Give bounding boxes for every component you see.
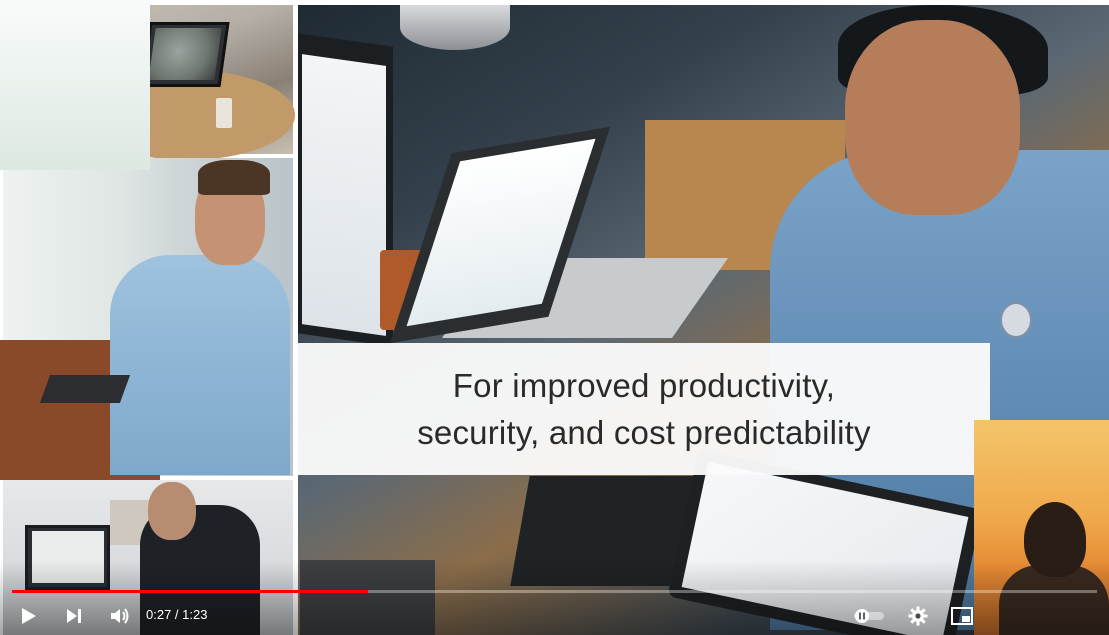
progress-bar-played bbox=[12, 590, 368, 593]
video-caption-band: For improved productivity, security, and… bbox=[298, 343, 990, 475]
duration: 1:23 bbox=[182, 607, 208, 622]
head-illustration bbox=[845, 20, 1020, 215]
time-display: 0:27 / 1:23 bbox=[146, 607, 207, 622]
next-button[interactable] bbox=[56, 598, 92, 634]
autoplay-toggle-icon bbox=[854, 609, 884, 623]
person-illustration bbox=[110, 255, 290, 475]
video-player[interactable]: For improved productivity, security, and… bbox=[0, 0, 1109, 635]
keyboard-illustration bbox=[39, 375, 131, 403]
time-separator: / bbox=[171, 607, 183, 622]
monitor-screen-illustration bbox=[302, 54, 386, 336]
caption-line-2: security, and cost predictability bbox=[417, 414, 871, 451]
volume-button[interactable] bbox=[102, 598, 138, 634]
gear-icon bbox=[908, 606, 928, 626]
next-icon bbox=[67, 609, 81, 623]
settings-button[interactable] bbox=[900, 598, 936, 634]
current-time: 0:27 bbox=[146, 607, 172, 622]
autoplay-toggle[interactable] bbox=[850, 598, 888, 634]
hair-illustration bbox=[198, 160, 270, 195]
badge-illustration bbox=[1000, 302, 1032, 338]
play-icon bbox=[22, 608, 36, 624]
player-controls: 0:27 / 1:23 bbox=[0, 598, 1109, 634]
lamp-illustration bbox=[400, 5, 510, 50]
miniplayer-button[interactable] bbox=[944, 598, 980, 634]
miniplayer-icon bbox=[951, 607, 973, 625]
play-button[interactable] bbox=[10, 598, 46, 634]
cup-illustration bbox=[216, 98, 232, 128]
volume-icon bbox=[111, 608, 129, 624]
head-illustration bbox=[148, 482, 196, 540]
progress-bar[interactable] bbox=[12, 590, 1097, 593]
window-illustration bbox=[0, 0, 150, 170]
laptop-screen-illustration bbox=[148, 28, 222, 80]
caption-line-1: For improved productivity, bbox=[452, 367, 836, 404]
